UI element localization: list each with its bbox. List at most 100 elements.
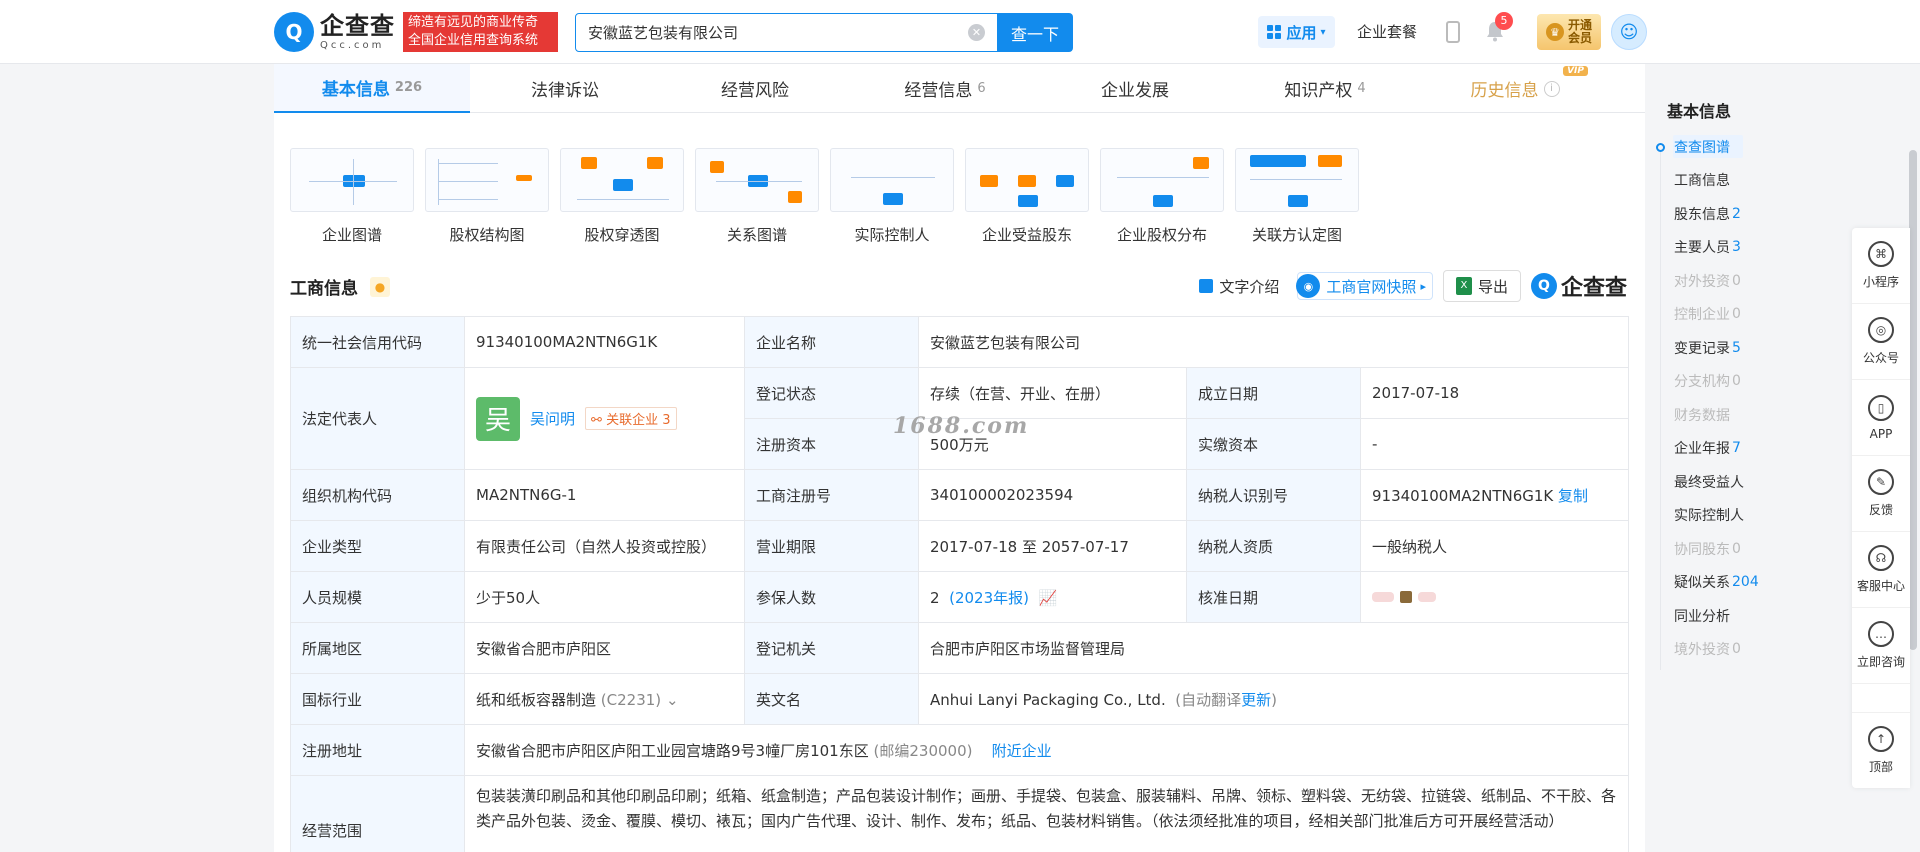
right-nav-item[interactable]: 控制企业 0 [1655, 298, 1775, 332]
watermark: 1688.com [893, 413, 1030, 439]
side-tool-button[interactable]: ⌘ 小程序 [1852, 228, 1910, 304]
text-intro-button[interactable]: 文字介绍 [1199, 276, 1279, 297]
right-nav-title: 基本信息 [1667, 102, 1732, 121]
table-row: 组织机构代码 MA2NTN6G-1 工商注册号 340100002023594 … [290, 469, 1629, 521]
graph-card-equity-structure[interactable]: 股权结构图 [425, 148, 549, 245]
search-box: ✕ [575, 13, 998, 52]
scope-label: 经营范围 [290, 775, 465, 852]
right-nav-item[interactable]: 境外投资 0 [1655, 633, 1775, 667]
right-nav-item[interactable]: 股东信息 2 [1655, 197, 1775, 231]
graph-card-equity-distribution[interactable]: 企业股权分布 [1100, 148, 1224, 245]
tab-history[interactable]: 历史信息 i VIP [1420, 64, 1610, 113]
brand-text: 企查查 [1560, 276, 1627, 301]
authority-label: 登记机关 [744, 622, 919, 674]
paid-capital-label: 实缴资本 [1186, 418, 1361, 470]
user-avatar[interactable]: ☺ [1611, 14, 1647, 50]
tab-risk[interactable]: 经营风险 [660, 64, 850, 113]
graph-card-relation[interactable]: 关系图谱 [695, 148, 819, 245]
right-nav-item[interactable]: 最终受益人 [1655, 465, 1775, 499]
side-tool-button[interactable]: ☊ 客服中心 [1852, 532, 1910, 608]
legal-rep-avatar[interactable]: 吴 [476, 396, 520, 441]
right-nav-item-label: 同业分析 [1674, 608, 1730, 625]
chevron-down-icon[interactable]: ⌄ [666, 691, 679, 709]
graph-card-actual-controller[interactable]: 实际控制人 [830, 148, 954, 245]
authority-value: 合肥市庐阳区市场监督管理局 [918, 622, 1629, 674]
search-button[interactable]: 查一下 [997, 13, 1073, 52]
tab-operation[interactable]: 经营信息 6 [850, 64, 1040, 113]
right-nav-item[interactable]: 工商信息 [1655, 164, 1775, 198]
logo-en-text: Qcc.com [320, 39, 385, 51]
nearby-companies-link[interactable]: 附近企业 [992, 742, 1052, 760]
graph-card-label: 企业股权分布 [1116, 226, 1207, 244]
graph-card-related-party[interactable]: 关联方认定图 [1235, 148, 1359, 245]
main-panel: 基本信息 226 法律诉讼 经营风险 经营信息 6 企业发展 知识产权 4 历史信息 i… [274, 64, 1645, 852]
right-nav-item[interactable]: 企业年报 7 [1655, 432, 1775, 466]
close-paren: ) [1271, 690, 1277, 709]
table-row: 企业类型 有限责任公司（自然人投资或控股） 营业期限 2017-07-18 至 … [290, 520, 1629, 572]
graph-card-label: 企业受益股东 [981, 226, 1072, 244]
search-input[interactable] [588, 23, 968, 42]
credit-code-label: 统一社会信用代码 [290, 316, 465, 368]
graph-card-label: 股权结构图 [449, 226, 525, 244]
tax-id-value: 91340100MA2NTN6G1K [1372, 486, 1554, 505]
legal-rep-cell: 吴 吴问明 ⚯ 关联企业 3 [464, 367, 745, 470]
vip-line-1: 开通 [1567, 18, 1592, 32]
graph-card-beneficiary[interactable]: 企业受益股东 [965, 148, 1089, 245]
official-snapshot-button[interactable]: ◉ 工商官网快照 ▸ [1296, 272, 1433, 300]
table-row: 统一社会信用代码 91340100MA2NTN6G1K 企业名称 安徽蓝艺包装有… [290, 316, 1629, 368]
right-nav-item[interactable]: 查查图谱 [1655, 130, 1775, 164]
side-tool-button[interactable]: ✎ 反馈 [1852, 456, 1910, 532]
equity-distribution-thumb [1100, 148, 1224, 212]
export-button[interactable]: X 导出 [1442, 270, 1521, 302]
tax-id-cell: 91340100MA2NTN6G1K 复制 [1360, 469, 1629, 521]
copy-tax-id-button[interactable]: 复制 [1558, 487, 1588, 505]
phone-icon[interactable] [1446, 21, 1460, 43]
vip-open-button[interactable]: ♛ 开通 会员 [1537, 14, 1601, 50]
term-value: 2017-07-18 至 2057-07-17 [918, 520, 1187, 572]
right-nav-item[interactable]: 疑似关系 204 [1655, 566, 1775, 600]
side-tool-button[interactable]: … 立即咨询 [1852, 608, 1910, 684]
app-menu-button[interactable]: 应用 ▾ [1258, 16, 1335, 48]
vip-crown-icon: ♛ [1545, 23, 1564, 41]
en-name-cell: Anhui Lanyi Packaging Co., Ltd. (自动翻译更新) [918, 673, 1629, 725]
right-nav-item[interactable]: 同业分析 [1655, 599, 1775, 633]
tab-ip[interactable]: 知识产权 4 [1230, 64, 1420, 113]
legal-rep-name-link[interactable]: 吴问明 [530, 408, 575, 429]
right-nav-item[interactable]: 协同股东 0 [1655, 532, 1775, 566]
right-nav-item[interactable]: 变更记录 5 [1655, 331, 1775, 365]
tab-development[interactable]: 企业发展 [1040, 64, 1230, 113]
slogan-line-1: 缔造有远见的商业传奇 [408, 15, 539, 30]
graph-card-label: 关系图谱 [726, 226, 787, 244]
side-tool-button[interactable]: ◎ 公众号 [1852, 304, 1910, 380]
page-scrollbar[interactable] [1909, 150, 1917, 650]
relation-thumb [695, 148, 819, 212]
info-icon[interactable]: i [1543, 80, 1560, 97]
side-tool-button[interactable]: ↑ 顶部 [1852, 712, 1910, 788]
insured-year-link[interactable]: (2023年报) [949, 589, 1029, 607]
side-tool-icon: ⌘ [1868, 241, 1894, 267]
right-nav-item[interactable]: 实际控制人 [1655, 499, 1775, 533]
approve-date-label: 核准日期 [1186, 571, 1361, 623]
trend-chart-icon[interactable]: 📈 [1039, 589, 1058, 607]
right-nav-item[interactable]: 分支机构 0 [1655, 365, 1775, 399]
monitor-bell-icon[interactable]: ● [370, 276, 390, 297]
update-translation-link[interactable]: 更新 [1241, 691, 1271, 709]
vip-locked-value[interactable] [1372, 591, 1442, 603]
tab-legal[interactable]: 法律诉讼 [470, 64, 660, 113]
qcc-logo[interactable]: Q 企查查 Qcc.com [274, 12, 395, 52]
side-tool-button[interactable]: ▯ APP [1852, 380, 1910, 456]
related-companies-badge[interactable]: ⚯ 关联企业 3 [585, 407, 677, 430]
right-nav-item-label: 财务数据 [1674, 407, 1730, 424]
graph-card-enterprise[interactable]: 企业图谱 [290, 148, 414, 245]
right-nav-item[interactable]: 对外投资 0 [1655, 264, 1775, 298]
enterprise-package-link[interactable]: 企业套餐 [1357, 21, 1417, 42]
tab-basic-info[interactable]: 基本信息 226 [274, 64, 470, 113]
qcc-brand: Q 企查查 [1530, 270, 1627, 302]
graph-card-penetration[interactable]: 股权穿透图 [560, 148, 684, 245]
insured-cell: 2 (2023年报) 📈 [918, 571, 1187, 623]
right-nav-item[interactable]: 主要人员 3 [1655, 231, 1775, 265]
right-nav-item[interactable]: 财务数据 [1655, 398, 1775, 432]
clear-search-icon[interactable]: ✕ [968, 24, 985, 41]
approve-date-cell [1360, 571, 1629, 623]
right-nav-item-count: 0 [1732, 540, 1741, 557]
